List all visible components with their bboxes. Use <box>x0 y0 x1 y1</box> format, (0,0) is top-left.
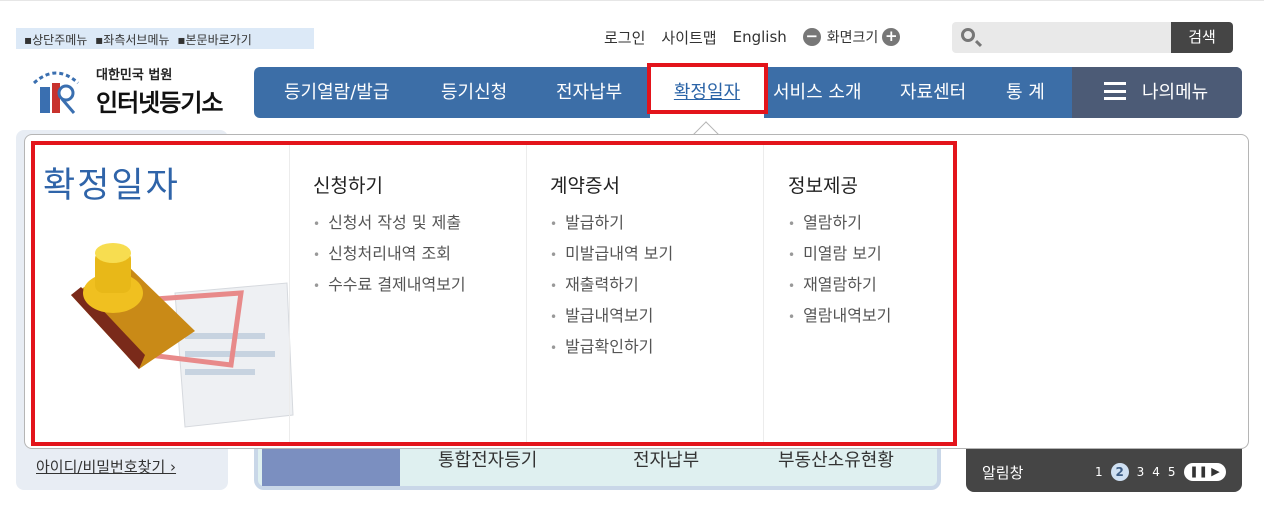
page-2[interactable]: 2 <box>1110 463 1129 481</box>
notice-pager: 1 2 3 4 5 ❚❚ ▶ <box>1095 463 1234 481</box>
quick-link-e-payment[interactable]: 전자납부 <box>633 446 699 472</box>
page-5[interactable]: 5 <box>1168 465 1176 479</box>
nav-item-statistics[interactable]: 통 계 <box>1006 67 1045 118</box>
search-icon <box>961 28 975 42</box>
nav-item-service-intro[interactable]: 서비스 소개 <box>773 67 862 118</box>
zoom-control: − 화면크기 + <box>802 27 901 47</box>
logo-title: 인터넷등기소 <box>96 89 223 117</box>
skip-nav: ▪상단주메뉴 ▪좌측서브메뉴 ▪본문바로가기 <box>16 28 314 49</box>
court-emblem-icon <box>32 71 80 114</box>
my-menu-button[interactable]: 나의메뉴 <box>1072 67 1242 118</box>
zoom-in-icon[interactable]: + <box>882 28 901 46</box>
top-border <box>0 0 1264 4</box>
skip-link-content[interactable]: ▪본문바로가기 <box>177 33 251 47</box>
find-id-link[interactable]: 아이디/비밀번호찾기 › <box>36 456 176 506</box>
skip-link-side-menu[interactable]: ▪좌측서브메뉴 <box>95 33 169 47</box>
search-box: 검색 <box>952 22 1233 53</box>
zoom-out-icon[interactable]: − <box>802 28 821 46</box>
search-button[interactable]: 검색 <box>1171 22 1233 53</box>
notice-label: 알림창 <box>982 464 1024 482</box>
login-link[interactable]: 로그인 <box>604 27 645 48</box>
sitemap-link[interactable]: 사이트맵 <box>661 27 716 48</box>
page-3[interactable]: 3 <box>1137 465 1145 479</box>
quick-link-integrated[interactable]: 통합전자등기 <box>438 446 537 472</box>
search-input[interactable] <box>952 22 1172 53</box>
my-menu-label: 나의메뉴 <box>1142 82 1209 103</box>
nav-item-e-payment[interactable]: 전자납부 <box>556 67 622 118</box>
logo-subtitle: 대한민국 법원 <box>96 68 173 83</box>
site-logo[interactable]: 대한민국 법원 인터넷등기소 <box>20 57 240 121</box>
english-link[interactable]: English <box>733 28 787 46</box>
pause-play-icon[interactable]: ❚❚ ▶ <box>1183 463 1226 481</box>
quick-links-tab <box>262 444 400 486</box>
highlight-nav-item <box>647 63 768 114</box>
nav-item-registry-view[interactable]: 등기열람/발급 <box>284 67 389 118</box>
hamburger-icon <box>1104 82 1126 100</box>
zoom-label: 화면크기 <box>826 30 879 46</box>
nav-item-registry-apply[interactable]: 등기신청 <box>441 67 507 118</box>
quick-link-property[interactable]: 부동산소유현황 <box>778 446 894 472</box>
skip-link-top-menu[interactable]: ▪상단주메뉴 <box>24 33 87 47</box>
nav-item-data-center[interactable]: 자료센터 <box>900 67 966 118</box>
utility-links: 로그인 사이트맵 English − 화면크기 + <box>604 26 901 48</box>
highlight-dropdown <box>31 141 957 446</box>
page-4[interactable]: 4 <box>1152 465 1160 479</box>
page-1[interactable]: 1 <box>1095 465 1103 479</box>
